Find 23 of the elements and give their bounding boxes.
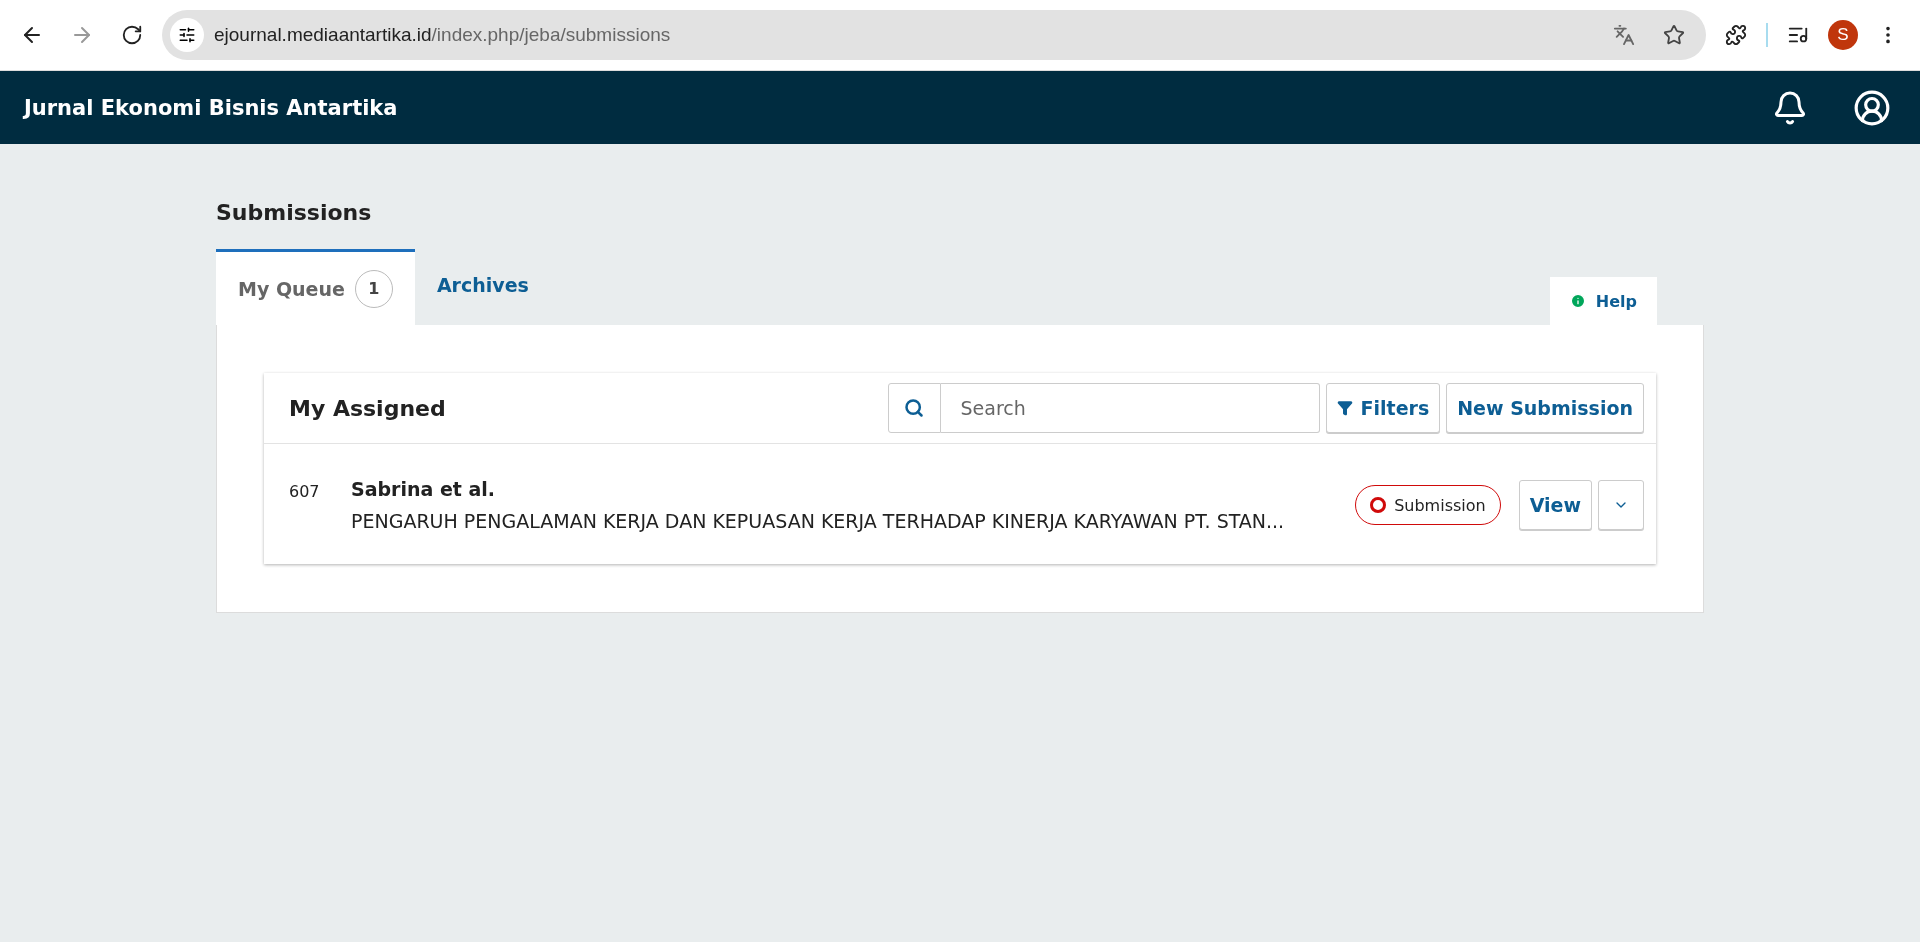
page-title: Submissions (216, 200, 373, 225)
filters-button[interactable]: Filters (1325, 383, 1441, 433)
address-bar[interactable]: ejournal.mediaantartika.id/index.php/jeba/submissions (162, 10, 1706, 60)
reload-icon (121, 24, 143, 46)
stage-label: Submission (1394, 495, 1486, 515)
tab[interactable]: Archives (414, 249, 551, 321)
search-button[interactable] (887, 383, 941, 433)
list-title: My Assigned (289, 395, 447, 421)
url-text: ejournal.mediaantartika.id/index.php/jeba/submissions (214, 24, 672, 46)
profile-avatar[interactable]: S (1828, 20, 1858, 50)
search-icon (904, 398, 925, 418)
submission-id: 607 (289, 481, 321, 501)
view-button[interactable]: View (1518, 480, 1592, 530)
submission-title: PENGARUH PENGALAMAN KERJA DAN KEPUASAN KERJA TERHADAP KINERJA KARYAWAN PT. STAN... (351, 510, 1286, 532)
info-icon (1569, 293, 1586, 309)
help-button[interactable]: Help (1549, 277, 1657, 325)
submission-author: Sabrina et al. (351, 478, 497, 500)
tab[interactable]: My Queue 1 (216, 249, 415, 325)
new-submission-button[interactable]: New Submission (1446, 383, 1644, 433)
search-field[interactable]: Search (940, 383, 1320, 433)
site-settings-icon[interactable] (170, 18, 204, 52)
filter-icon (1336, 400, 1353, 416)
journal-title: Jurnal Ekonomi Bisnis Antartika (24, 95, 399, 120)
